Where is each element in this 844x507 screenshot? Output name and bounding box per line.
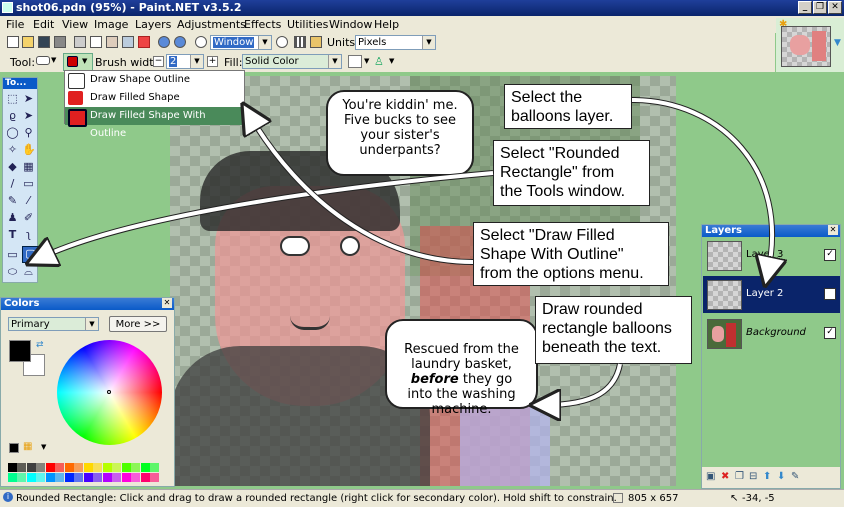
primary-color-swatch[interactable] [9,340,31,362]
status-message: Rounded Rectangle: Click and drag to dra… [16,493,617,504]
cursor-icon: ↖ [730,493,739,504]
cursor-position: -34, -5 [742,493,775,504]
instruction-arrows [0,97,844,507]
image-size: 805 x 657 [628,493,679,504]
arrow-to-layers [631,97,776,273]
image-size-icon [613,493,623,503]
status-bar: i Rounded Rectangle: Click and drag to d… [0,489,844,507]
arrow-to-tools [38,170,494,261]
info-icon: i [3,492,13,502]
